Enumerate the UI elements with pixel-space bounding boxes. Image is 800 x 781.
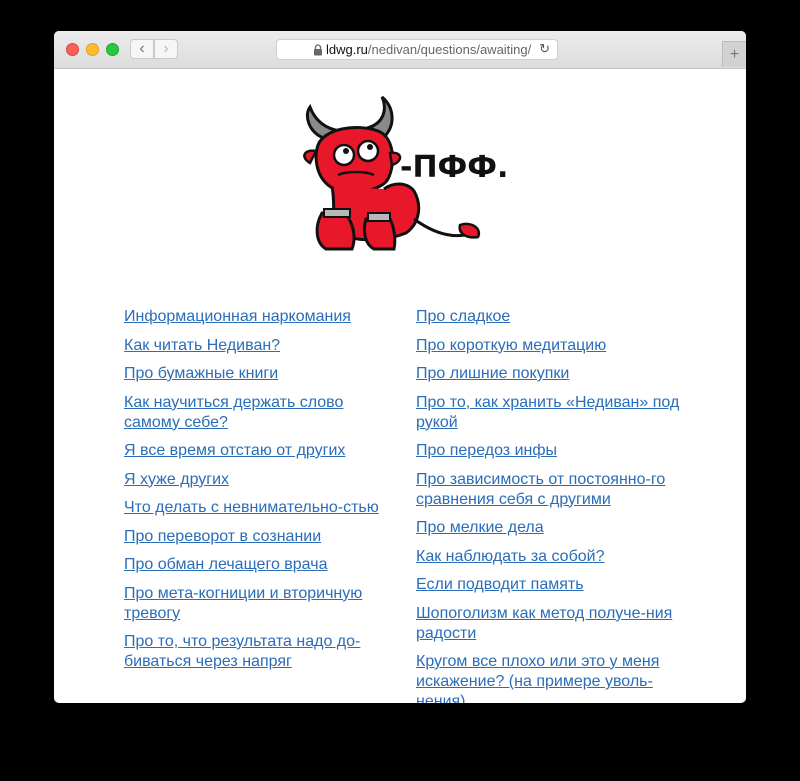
address-bar[interactable]: ldwg.ru/nedivan/questions/awaiting/ ↻ [276, 39, 558, 60]
question-link[interactable]: Про переворот в сознании [124, 527, 394, 547]
minimize-window-button[interactable] [86, 43, 99, 56]
question-link[interactable]: Как научиться держать слово самому себе? [124, 393, 394, 433]
chevron-right-icon: › [163, 40, 169, 57]
question-link[interactable]: Про мета-когниции и вторичную тревогу [124, 584, 394, 624]
question-link[interactable]: Про короткую медитацию [416, 336, 686, 356]
questions-column-left: Информационная наркомания Как читать Неди… [124, 307, 394, 681]
title-bar: ‹ › ldwg.ru/nedivan/questions/awaiting/ … [54, 31, 746, 69]
question-link[interactable]: Как читать Недиван? [124, 336, 394, 356]
question-link[interactable]: Я все время отстаю от других [124, 441, 394, 461]
page-content: -ПФФ. Информационная наркомания Как читат… [54, 69, 746, 703]
questions-column-right: Про сладкое Про короткую медитацию Про лиш… [416, 307, 686, 703]
question-link[interactable]: Про передоз инфы [416, 441, 686, 461]
forward-button[interactable]: › [154, 39, 178, 59]
new-tab-button[interactable]: + [722, 41, 746, 67]
lock-icon [314, 44, 322, 56]
question-link[interactable]: Про бумажные книги [124, 364, 394, 384]
chevron-left-icon: ‹ [139, 40, 145, 57]
browser-window: ‹ › ldwg.ru/nedivan/questions/awaiting/ … [54, 31, 746, 703]
question-link[interactable]: Кругом все плохо или это у меня искажени… [416, 652, 686, 703]
question-link[interactable]: Как наблюдать за собой? [416, 547, 686, 567]
question-link[interactable]: Про обман лечащего врача [124, 555, 394, 575]
question-link[interactable]: Я хуже других [124, 470, 394, 490]
question-link[interactable]: Про то, что результата надо до-биваться … [124, 632, 394, 672]
question-link[interactable]: Информационная наркомания [124, 307, 394, 327]
nedivan-bull-logo: -ПФФ. [303, 95, 506, 251]
question-link[interactable]: Про сладкое [416, 307, 686, 327]
question-link[interactable]: Про мелкие дела [416, 518, 686, 538]
logo-text: -ПФФ. [400, 150, 506, 185]
question-link[interactable]: Про лишние покупки [416, 364, 686, 384]
zoom-window-button[interactable] [106, 43, 119, 56]
back-button[interactable]: ‹ [130, 39, 154, 59]
question-link[interactable]: Шопоголизм как метод получе-ния радости [416, 604, 686, 644]
plus-icon: + [729, 45, 740, 63]
question-link[interactable]: Что делать с невнимательно-стью [124, 498, 394, 518]
question-link[interactable]: Если подводит память [416, 575, 686, 595]
url-text: ldwg.ru/nedivan/questions/awaiting/ [326, 42, 532, 57]
question-link[interactable]: Про зависимость от постоянно-го сравнени… [416, 470, 686, 510]
close-window-button[interactable] [66, 43, 79, 56]
reload-icon[interactable]: ↻ [539, 41, 550, 57]
question-link[interactable]: Про то, как хранить «Недиван» под рукой [416, 393, 686, 433]
